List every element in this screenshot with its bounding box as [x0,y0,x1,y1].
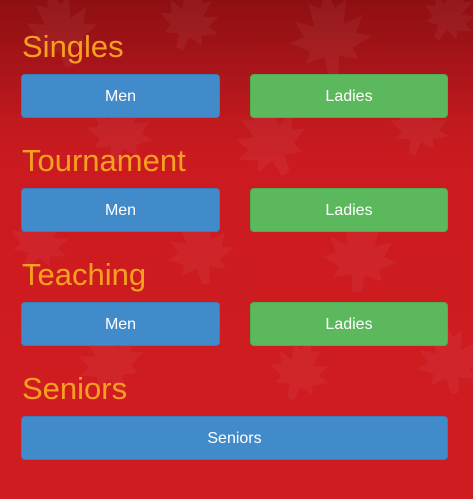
section-title-seniors: Seniors [22,371,128,406]
section-title-tournament: Tournament [22,143,186,178]
section-title-teaching: Teaching [22,257,147,292]
tournament-ladies-button[interactable]: Ladies [250,188,448,232]
seniors-button[interactable]: Seniors [21,416,448,460]
teaching-men-button[interactable]: Men [21,302,220,346]
singles-ladies-button[interactable]: Ladies [250,74,448,118]
teaching-ladies-button[interactable]: Ladies [250,302,448,346]
section-title-singles: Singles [22,29,124,64]
singles-men-button[interactable]: Men [21,74,220,118]
tournament-men-button[interactable]: Men [21,188,220,232]
